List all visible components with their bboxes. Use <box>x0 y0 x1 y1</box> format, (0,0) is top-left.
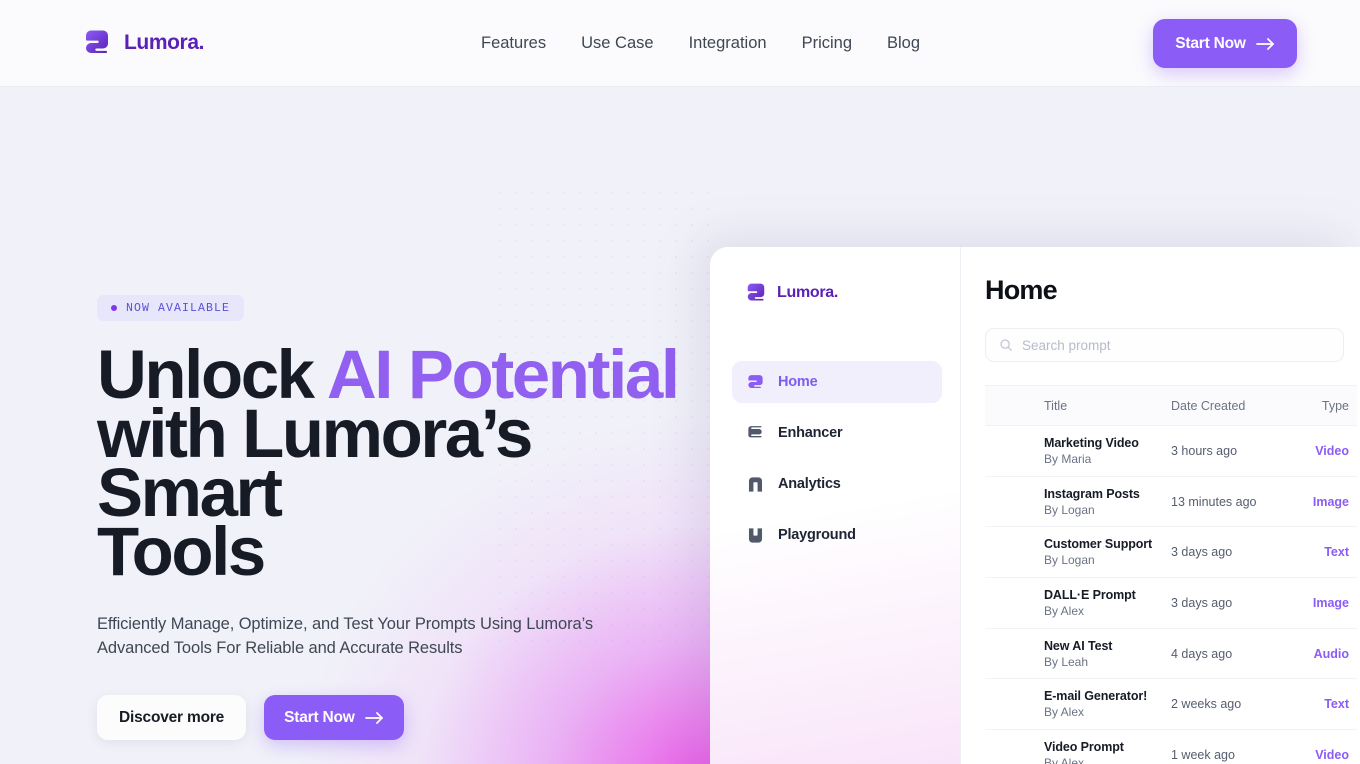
discover-more-button[interactable]: Discover more <box>97 695 247 740</box>
table-row[interactable]: Marketing Video By Maria 3 hours ago Vid… <box>985 426 1357 477</box>
row-author: By Logan <box>1044 553 1095 568</box>
prompts-table: Title Date Created Type Marketing Video … <box>985 385 1357 764</box>
table-row[interactable]: New AI Test By Leah 4 days ago Audio <box>985 629 1357 680</box>
nav-link-integration[interactable]: Integration <box>689 34 767 53</box>
home-block-icon <box>746 373 765 392</box>
playground-block-icon <box>746 526 765 545</box>
sidebar-item-enhancer[interactable]: Enhancer <box>732 412 942 454</box>
table-row[interactable]: Customer Support By Logan 3 days ago Tex… <box>985 527 1357 579</box>
row-title: DALL·E Prompt <box>1044 587 1136 602</box>
brand-logo[interactable]: Lumora. <box>81 27 204 59</box>
column-header-type[interactable]: Type <box>1289 399 1357 413</box>
sidebar-item-home-label: Home <box>778 374 818 390</box>
arrow-right-icon <box>364 711 384 725</box>
hero-subtitle: Efficiently Manage, Optimize, and Test Y… <box>97 615 593 657</box>
app-sidebar: Lumora. Home Enhancer Analytics Playgrou… <box>710 247 961 764</box>
table-cell-date: 3 days ago <box>1171 545 1233 560</box>
table-cell-date: 4 days ago <box>1171 646 1233 661</box>
search-placeholder-text: Search prompt <box>1022 337 1111 353</box>
column-header-title[interactable]: Title <box>985 399 1171 413</box>
hero-content: NOW AVAILABLE Unlock AI Potential with L… <box>97 295 697 740</box>
badge-label: NOW AVAILABLE <box>126 301 231 315</box>
header-start-now-label: Start Now <box>1175 34 1246 52</box>
row-title: Instagram Posts <box>1044 486 1140 501</box>
table-cell-title: E-mail Generator! By Alex <box>985 689 1171 719</box>
row-title: Customer Support <box>1044 537 1153 552</box>
search-input[interactable]: Search prompt <box>985 328 1344 362</box>
column-header-date[interactable]: Date Created <box>1171 399 1289 413</box>
row-author: By Logan <box>1044 502 1095 517</box>
status-dot-icon <box>111 305 117 311</box>
sidebar-item-analytics[interactable]: Analytics <box>732 463 942 505</box>
row-title: E-mail Generator! <box>1044 689 1148 704</box>
search-icon <box>999 338 1013 352</box>
table-cell-date: 3 days ago <box>1171 595 1233 610</box>
primary-nav-links: Features Use Case Integration Pricing Bl… <box>481 34 920 53</box>
table-row[interactable]: Instagram Posts By Logan 13 minutes ago … <box>985 477 1357 528</box>
table-cell-title: Video Prompt By Alex <box>985 740 1171 764</box>
table-cell-type: Video <box>1315 443 1349 458</box>
row-author: By Leah <box>1044 654 1089 669</box>
enhancer-block-icon <box>746 424 765 443</box>
analytics-block-icon <box>746 475 765 494</box>
table-cell-type: Text <box>1324 545 1349 560</box>
nav-link-pricing[interactable]: Pricing <box>802 34 852 53</box>
table-cell-title: Instagram Posts By Logan <box>985 487 1171 517</box>
lumora-logo-icon <box>744 281 768 305</box>
row-author: By Alex <box>1044 755 1085 764</box>
row-title: Video Prompt <box>1044 739 1124 754</box>
app-brand-logo[interactable]: Lumora. <box>744 281 838 305</box>
table-cell-date: 3 hours ago <box>1171 443 1238 458</box>
app-brand-name: Lumora. <box>777 284 839 301</box>
brand-name: Lumora. <box>124 31 205 54</box>
table-cell-date: 1 week ago <box>1171 747 1235 762</box>
table-cell-type: Audio <box>1313 646 1349 661</box>
nav-link-use-case[interactable]: Use Case <box>581 34 653 53</box>
hero-heading-line3: Tools <box>97 513 266 590</box>
table-cell-title: New AI Test By Leah <box>985 639 1171 669</box>
table-row[interactable]: Video Prompt By Alex 1 week ago Video <box>985 730 1357 764</box>
sidebar-item-analytics-label: Analytics <box>778 476 841 492</box>
hero-section: NOW AVAILABLE Unlock AI Potential with L… <box>0 87 1360 764</box>
row-author: By Alex <box>1044 603 1085 618</box>
row-title: Marketing Video <box>1044 435 1139 450</box>
table-header-row: Title Date Created Type <box>985 385 1357 426</box>
row-author: By Alex <box>1044 705 1085 720</box>
sidebar-item-playground-label: Playground <box>778 527 856 543</box>
table-cell-title: Customer Support By Logan <box>985 537 1171 567</box>
row-author: By Maria <box>1044 451 1092 466</box>
page-title: Home <box>985 275 1058 305</box>
top-navigation-bar: Lumora. Features Use Case Integration Pr… <box>0 0 1360 87</box>
arrow-right-icon <box>1255 37 1275 51</box>
table-cell-type: Text <box>1324 697 1349 712</box>
now-available-badge: NOW AVAILABLE <box>97 295 245 321</box>
hero-heading: Unlock AI Potential with Lumora’s Smart … <box>97 340 697 586</box>
table-cell-title: DALL·E Prompt By Alex <box>985 588 1171 618</box>
header-start-now-button[interactable]: Start Now <box>1153 19 1297 68</box>
table-cell-date: 2 weeks ago <box>1171 697 1242 712</box>
hero-cta-group: Discover more Start Now <box>97 695 697 740</box>
row-title: New AI Test <box>1044 638 1113 653</box>
table-cell-title: Marketing Video By Maria <box>985 436 1171 466</box>
app-sidebar-nav: Home Enhancer Analytics Playground <box>732 361 942 565</box>
table-cell-type: Video <box>1315 747 1349 762</box>
app-preview-card: Lumora. Home Enhancer Analytics Playgrou… <box>710 247 1360 764</box>
sidebar-item-home[interactable]: Home <box>732 361 942 403</box>
table-row[interactable]: E-mail Generator! By Alex 2 weeks ago Te… <box>985 679 1357 731</box>
lumora-logo-icon <box>81 27 113 59</box>
sidebar-item-playground[interactable]: Playground <box>732 514 942 556</box>
hero-start-now-label: Start Now <box>284 708 355 726</box>
table-cell-date: 13 minutes ago <box>1171 494 1257 509</box>
hero-heading-line2: with Lumora’s Smart <box>97 395 533 531</box>
hero-start-now-button[interactable]: Start Now <box>264 695 404 740</box>
table-row[interactable]: DALL·E Prompt By Alex 3 days ago Image <box>985 578 1357 629</box>
table-cell-type: Image <box>1312 595 1349 610</box>
nav-link-blog[interactable]: Blog <box>887 34 920 53</box>
nav-link-features[interactable]: Features <box>481 34 546 53</box>
app-main-panel: Home Search prompt Title Date Created Ty… <box>961 247 1360 764</box>
sidebar-item-enhancer-label: Enhancer <box>778 425 843 441</box>
table-cell-type: Image <box>1312 494 1349 509</box>
